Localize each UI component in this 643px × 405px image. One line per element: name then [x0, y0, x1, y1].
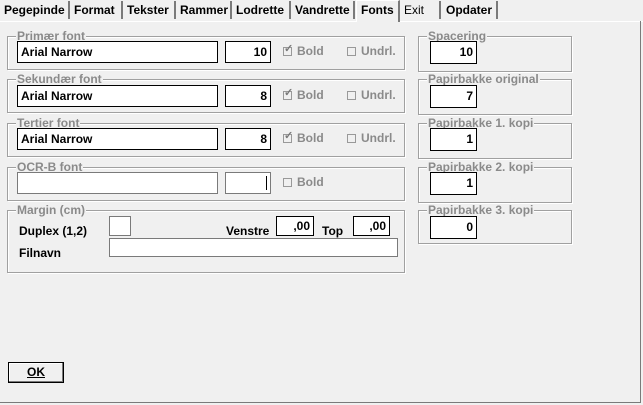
secondary-size-input[interactable]: 8 [225, 85, 271, 107]
secondary-bold-checkbox[interactable]: ✓ Bold [283, 88, 324, 102]
margin-label: Margin (cm) [16, 203, 87, 217]
filename-input[interactable] [109, 238, 398, 257]
primary-bold-label: Bold [297, 44, 324, 58]
tertiary-bold-label: Bold [297, 131, 324, 145]
tray-copy1-input[interactable]: 1 [430, 128, 477, 151]
checkbox-icon [347, 47, 356, 56]
tertiary-font-input[interactable]: Arial Narrow [17, 128, 218, 150]
tertiary-size-input[interactable]: 8 [225, 128, 271, 150]
tray-original-input[interactable]: 7 [430, 85, 477, 108]
primary-size-input[interactable]: 10 [225, 41, 271, 63]
checkbox-icon [347, 134, 356, 143]
primary-underline-checkbox[interactable]: Undrl. [347, 44, 396, 58]
tab-exit[interactable]: Exit [401, 1, 441, 19]
tertiary-bold-checkbox[interactable]: ✓ Bold [283, 131, 324, 145]
ocrb-font-input[interactable] [17, 172, 218, 194]
checkmark-icon: ✓ [284, 43, 294, 55]
tab-opdater[interactable]: Opdater [443, 1, 498, 19]
text-caret [266, 176, 267, 190]
tray-copy2-input[interactable]: 1 [430, 172, 477, 195]
tab-rammer[interactable]: Rammer [178, 1, 232, 19]
ocrb-bold-checkbox[interactable]: Bold [283, 175, 324, 189]
left-margin-input[interactable]: ,00 [276, 216, 314, 236]
checkbox-icon [347, 91, 356, 100]
top-margin-input[interactable]: ,00 [353, 216, 390, 236]
checkbox-icon [283, 178, 292, 187]
tab-pegepinde[interactable]: Pegepinde [2, 1, 70, 19]
secondary-font-input[interactable]: Arial Narrow [17, 85, 218, 107]
primary-bold-checkbox[interactable]: ✓ Bold [283, 44, 324, 58]
ocrb-bold-label: Bold [297, 175, 324, 189]
top-margin-label: Top [322, 224, 344, 238]
tray-copy3-input[interactable]: 0 [430, 216, 477, 239]
left-margin-label: Venstre [226, 224, 270, 238]
checkmark-icon: ✓ [284, 87, 294, 99]
tab-format[interactable]: Format [72, 1, 123, 19]
tab-fonts[interactable]: Fonts [356, 0, 400, 22]
checkbox-icon: ✓ [283, 130, 294, 143]
tab-lodrette[interactable]: Lodrette [234, 1, 291, 19]
checkbox-icon: ✓ [283, 87, 294, 100]
primary-underline-label: Undrl. [361, 44, 396, 58]
filename-label: Filnavn [19, 246, 62, 260]
tertiary-underline-label: Undrl. [361, 131, 396, 145]
tertiary-underline-checkbox[interactable]: Undrl. [347, 131, 396, 145]
spacing-input[interactable]: 10 [430, 41, 477, 64]
duplex-label: Duplex (1,2) [19, 224, 88, 238]
tab-tekster[interactable]: Tekster [125, 1, 176, 19]
ok-button[interactable]: OK [8, 362, 64, 383]
secondary-bold-label: Bold [297, 88, 324, 102]
checkmark-icon: ✓ [284, 130, 294, 142]
secondary-underline-checkbox[interactable]: Undrl. [347, 88, 396, 102]
checkbox-icon: ✓ [283, 43, 294, 56]
tab-vandrette[interactable]: Vandrette [293, 1, 355, 19]
tab-bar: Pegepinde Format Tekster Rammer Lodrette… [0, 0, 643, 22]
ocrb-size-input[interactable] [225, 172, 271, 194]
duplex-input[interactable] [109, 216, 131, 236]
secondary-underline-label: Undrl. [361, 88, 396, 102]
primary-font-input[interactable]: Arial Narrow [17, 41, 218, 63]
